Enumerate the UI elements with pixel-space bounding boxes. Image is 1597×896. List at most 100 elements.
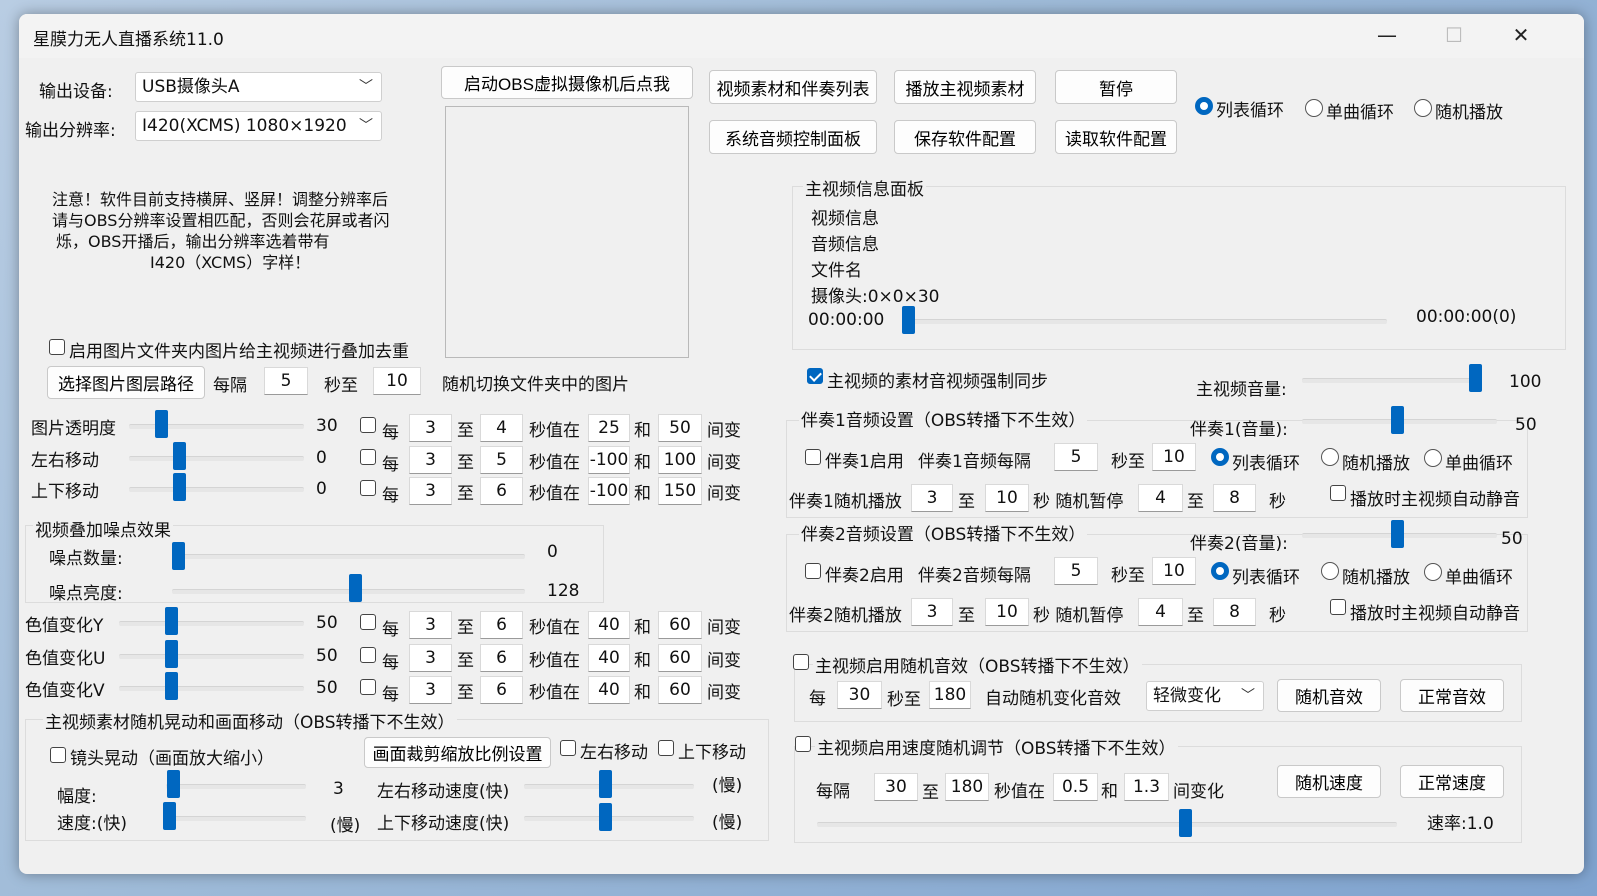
row-slider-thumb[interactable]	[173, 473, 186, 501]
acc-b-input[interactable]: 10	[1152, 557, 1196, 585]
row-lo-input[interactable]: 25	[588, 414, 630, 442]
random-fx-to[interactable]: 180	[929, 681, 971, 709]
amplitude-thumb[interactable]	[167, 770, 180, 798]
main-volume-track[interactable]	[1302, 378, 1482, 383]
loop-list-radio[interactable]	[1195, 97, 1213, 115]
row-b-input[interactable]: 6	[480, 477, 523, 505]
progress-thumb[interactable]	[902, 306, 915, 334]
acc-a-input[interactable]: 5	[1054, 557, 1098, 585]
row-a-input[interactable]: 3	[409, 477, 452, 505]
noise-bright-thumb[interactable]	[349, 574, 362, 602]
speed-rate-track[interactable]	[817, 822, 1397, 827]
acc-p2-input[interactable]: 8	[1213, 484, 1256, 512]
row-slider-track[interactable]	[119, 621, 304, 626]
acc-volume-thumb[interactable]	[1391, 406, 1404, 434]
random-fx-checkbox[interactable]	[793, 654, 809, 670]
lr-move-checkbox[interactable]	[560, 740, 576, 756]
acc-list-radio[interactable]	[1211, 448, 1229, 466]
acc-enable-checkbox[interactable]	[805, 449, 821, 465]
row-b-input[interactable]: 5	[480, 446, 523, 474]
row-checkbox[interactable]	[360, 614, 376, 630]
row-hi-input[interactable]: 60	[658, 611, 702, 639]
row-slider-thumb[interactable]	[165, 672, 178, 700]
row-a-input[interactable]: 3	[409, 676, 452, 704]
row-hi-input[interactable]: 60	[658, 644, 702, 672]
row-hi-input[interactable]: 60	[658, 676, 702, 704]
row-lo-input[interactable]: 40	[588, 676, 630, 704]
row-checkbox[interactable]	[360, 679, 376, 695]
acc-auto-mute-checkbox[interactable]	[1330, 599, 1346, 615]
image-overlay-checkbox[interactable]	[49, 339, 65, 355]
loop-random-radio[interactable]	[1414, 99, 1432, 117]
acc-p1-input[interactable]: 4	[1138, 598, 1183, 626]
acc-list-radio[interactable]	[1211, 562, 1229, 580]
acc-auto-mute-checkbox[interactable]	[1330, 485, 1346, 501]
acc-p2-input[interactable]: 8	[1213, 598, 1256, 626]
row-slider-track[interactable]	[129, 456, 304, 461]
amplitude-track[interactable]	[166, 784, 306, 789]
image-interval-from[interactable]: 5	[264, 367, 308, 395]
fx-mode-select[interactable]: 轻微变化 ﹀	[1146, 681, 1264, 711]
noise-count-thumb[interactable]	[172, 542, 185, 570]
row-a-input[interactable]: 3	[409, 644, 452, 672]
shake-speed-thumb[interactable]	[163, 802, 176, 830]
row-checkbox[interactable]	[360, 417, 376, 433]
row-slider-thumb[interactable]	[165, 640, 178, 668]
normal-speed-button[interactable]: 正常速度	[1400, 765, 1504, 798]
acc-r2-input[interactable]: 10	[985, 598, 1029, 626]
image-interval-to[interactable]: 10	[373, 367, 421, 395]
random-fx-from[interactable]: 30	[837, 681, 882, 709]
acc-volume-thumb[interactable]	[1391, 520, 1404, 548]
output-device-select[interactable]: USB摄像头A ﹀	[135, 72, 382, 102]
row-lo-input[interactable]: -100	[588, 446, 630, 474]
close-button[interactable]: ✕	[1498, 20, 1544, 50]
row-a-input[interactable]: 3	[409, 611, 452, 639]
loop-single-radio[interactable]	[1305, 99, 1323, 117]
row-lo-input[interactable]: 40	[588, 644, 630, 672]
random-speed-button[interactable]: 随机速度	[1277, 765, 1381, 798]
row-hi-input[interactable]: 100	[658, 446, 702, 474]
row-b-input[interactable]: 6	[480, 676, 523, 704]
acc-random-radio[interactable]	[1321, 562, 1339, 580]
lens-shake-checkbox[interactable]	[50, 747, 66, 763]
row-checkbox[interactable]	[360, 480, 376, 496]
ud-move-checkbox[interactable]	[658, 740, 674, 756]
crop-settings-button[interactable]: 画面裁剪缩放比例设置	[364, 737, 551, 768]
row-a-input[interactable]: 3	[409, 414, 452, 442]
row-a-input[interactable]: 3	[409, 446, 452, 474]
speed-to[interactable]: 180	[945, 773, 989, 801]
acc-r1-input[interactable]: 3	[911, 484, 953, 512]
load-config-button[interactable]: 读取软件配置	[1055, 120, 1177, 154]
minimize-button[interactable]: —	[1364, 20, 1410, 50]
row-hi-input[interactable]: 50	[658, 414, 702, 442]
acc-b-input[interactable]: 10	[1152, 443, 1196, 471]
speed-lo[interactable]: 0.5	[1053, 773, 1098, 801]
shake-speed-track[interactable]	[163, 816, 306, 821]
row-slider-track[interactable]	[119, 686, 304, 691]
row-checkbox[interactable]	[360, 449, 376, 465]
speed-hi[interactable]: 1.3	[1124, 773, 1169, 801]
speed-from[interactable]: 30	[874, 773, 918, 801]
acc-r2-input[interactable]: 10	[985, 484, 1029, 512]
lr-speed-thumb[interactable]	[599, 770, 612, 798]
random-fx-button[interactable]: 随机音效	[1277, 679, 1381, 712]
row-slider-thumb[interactable]	[165, 607, 178, 635]
acc-r1-input[interactable]: 3	[911, 598, 953, 626]
row-slider-track[interactable]	[129, 487, 304, 492]
maximize-button[interactable]: ☐	[1431, 20, 1477, 50]
row-b-input[interactable]: 6	[480, 644, 523, 672]
progress-track[interactable]	[902, 319, 1387, 324]
row-b-input[interactable]: 6	[480, 611, 523, 639]
main-volume-thumb[interactable]	[1469, 364, 1482, 392]
speed-adj-checkbox[interactable]	[795, 736, 811, 752]
speed-rate-thumb[interactable]	[1179, 809, 1192, 837]
row-lo-input[interactable]: 40	[588, 611, 630, 639]
audio-panel-button[interactable]: 系统音频控制面板	[709, 120, 877, 154]
ud-speed-thumb[interactable]	[599, 803, 612, 831]
video-list-button[interactable]: 视频素材和伴奏列表	[709, 70, 877, 104]
choose-image-path-button[interactable]: 选择图片图层路径	[47, 366, 205, 399]
save-config-button[interactable]: 保存软件配置	[894, 120, 1036, 154]
row-slider-thumb[interactable]	[173, 442, 186, 470]
acc-random-radio[interactable]	[1321, 448, 1339, 466]
acc-p1-input[interactable]: 4	[1138, 484, 1183, 512]
